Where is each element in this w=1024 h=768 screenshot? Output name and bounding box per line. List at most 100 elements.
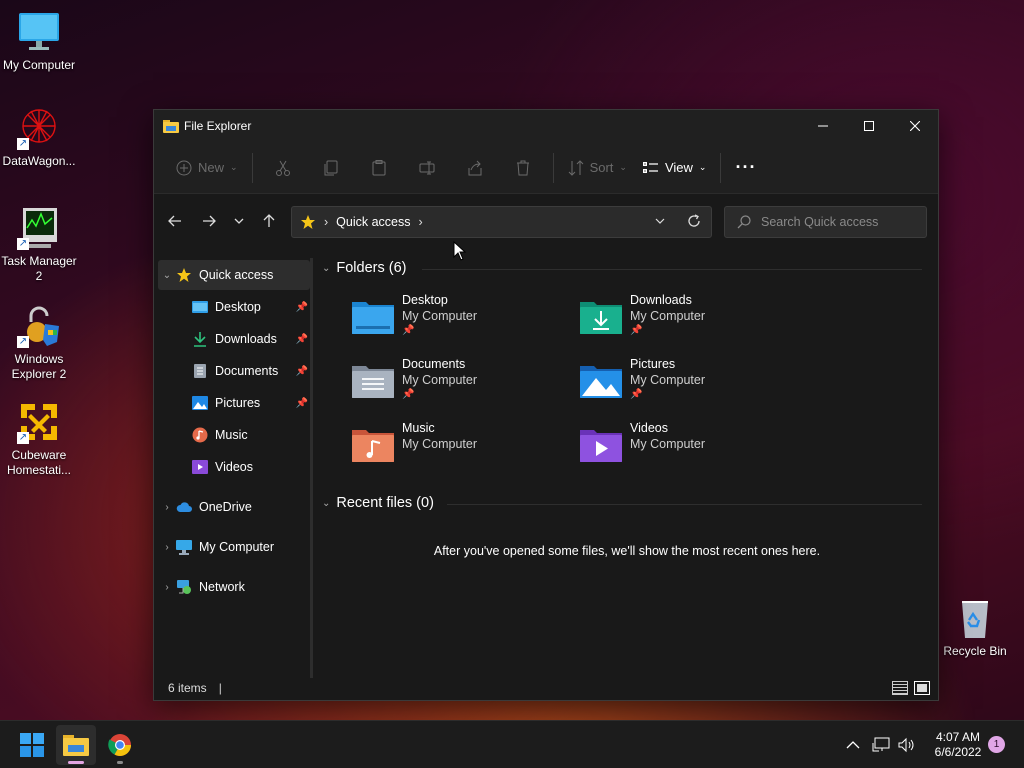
sidebar-item-quick-access[interactable]: ⌄ Quick access: [158, 260, 310, 290]
content-pane: ⌄ Folders (6) Desktop My Computer 📌 Down…: [316, 250, 938, 678]
folder-tile-downloads[interactable]: Downloads My Computer 📌: [578, 292, 798, 348]
pictures-folder-icon: [580, 366, 622, 398]
chevron-right-icon[interactable]: ›: [158, 502, 176, 513]
group-divider: [422, 269, 922, 270]
folder-name: Desktop: [402, 293, 448, 307]
pin-icon: 📌: [630, 389, 643, 400]
pin-icon[interactable]: 📌: [296, 302, 308, 313]
refresh-icon: [688, 213, 700, 227]
monitor-icon: [17, 10, 61, 54]
clock-date: 6/6/2022: [934, 745, 982, 759]
sidebar-item-my-computer[interactable]: › My Computer: [158, 532, 310, 562]
taskbar-file-explorer[interactable]: [56, 725, 96, 765]
details-view-button[interactable]: [892, 681, 908, 695]
notification-badge[interactable]: 1: [988, 736, 1005, 753]
sidebar-item-downloads[interactable]: Downloads 📌: [192, 324, 308, 354]
desktop-icon-recycle-bin[interactable]: Recycle Bin: [936, 596, 1014, 659]
folder-tile-videos[interactable]: Videos My Computer: [578, 420, 798, 476]
sidebar-item-documents[interactable]: Documents 📌: [192, 356, 308, 386]
scissors-icon: [275, 160, 290, 176]
cut-button[interactable]: [267, 152, 299, 184]
close-button[interactable]: [892, 110, 938, 142]
desktop-icon-datawagon[interactable]: ↗ DataWagon...: [0, 106, 78, 169]
toolbar-divider: [251, 152, 253, 183]
chevron-down-icon[interactable]: ⌄: [322, 498, 330, 509]
chevron-down-icon[interactable]: ⌄: [158, 270, 176, 281]
folder-tile-desktop[interactable]: Desktop My Computer 📌: [350, 292, 570, 348]
recent-files-group-header[interactable]: ⌄ Recent files (0): [322, 495, 922, 511]
copy-icon: [324, 160, 338, 175]
copy-button[interactable]: [315, 152, 347, 184]
large-icons-view-button[interactable]: [914, 681, 930, 695]
search-box[interactable]: [724, 206, 927, 238]
toolbar-divider: [552, 152, 554, 183]
share-button[interactable]: [459, 152, 491, 184]
volume-tray-icon[interactable]: [898, 721, 916, 768]
desktop-icon-windows-explorer[interactable]: ↗ Windows Explorer 2: [0, 304, 78, 382]
video-icon: [192, 459, 208, 475]
chevron-down-icon[interactable]: ⌄: [322, 263, 330, 274]
speaker-icon: [898, 737, 914, 753]
network-tray-icon[interactable]: [872, 721, 890, 768]
up-button[interactable]: [252, 206, 286, 236]
back-button[interactable]: [158, 206, 192, 236]
view-button[interactable]: View ⌄: [635, 152, 715, 184]
start-button[interactable]: [12, 725, 52, 765]
sidebar-item-pictures[interactable]: Pictures 📌: [192, 388, 308, 418]
taskbar-chrome[interactable]: [100, 725, 140, 765]
sidebar-item-network[interactable]: › Network: [158, 572, 310, 602]
shortcut-arrow-icon: ↗: [17, 238, 29, 250]
cloud-icon: [176, 499, 192, 515]
documents-folder-icon: [352, 366, 394, 398]
see-more-button[interactable]: ···: [727, 152, 764, 184]
sidebar-item-desktop[interactable]: Desktop 📌: [192, 292, 308, 322]
navigation-pane: ⌄ Quick access Desktop 📌 Downloads 📌 Doc…: [154, 258, 313, 678]
search-input[interactable]: [761, 215, 921, 229]
sort-label: Sort: [589, 160, 614, 175]
folder-tile-documents[interactable]: Documents My Computer 📌: [350, 356, 570, 412]
sidebar-item-label: Network: [199, 580, 245, 594]
folder-tile-music[interactable]: Music My Computer: [350, 420, 570, 476]
forward-button[interactable]: [192, 206, 226, 236]
document-icon: [192, 363, 208, 379]
download-icon: [192, 331, 208, 347]
title-bar[interactable]: File Explorer: [154, 110, 938, 142]
maximize-button[interactable]: [846, 110, 892, 142]
address-history-dropdown[interactable]: [655, 215, 665, 229]
paste-button[interactable]: [363, 152, 395, 184]
folder-tile-pictures[interactable]: Pictures My Computer 📌: [578, 356, 798, 412]
breadcrumb-quick-access[interactable]: Quick access: [336, 215, 410, 229]
recent-header-label: Recent files (0): [336, 495, 434, 511]
clock[interactable]: 4:07 AM 6/6/2022: [928, 730, 988, 760]
delete-button[interactable]: [507, 152, 539, 184]
sidebar-item-music[interactable]: Music: [192, 420, 308, 450]
chevron-right-icon[interactable]: ›: [158, 542, 176, 553]
chevron-right-icon[interactable]: ›: [158, 582, 176, 593]
pin-icon: 📌: [402, 325, 415, 336]
show-hidden-icons-button[interactable]: [846, 721, 860, 768]
recent-locations-button[interactable]: [226, 206, 252, 236]
sidebar-item-onedrive[interactable]: › OneDrive: [158, 492, 310, 522]
new-button[interactable]: New ⌄: [168, 152, 246, 184]
rename-button[interactable]: [411, 152, 443, 184]
pin-icon[interactable]: 📌: [296, 366, 308, 377]
desktop-icon-my-computer[interactable]: My Computer: [0, 10, 78, 73]
address-bar[interactable]: › Quick access ›: [291, 206, 712, 238]
star-icon: [301, 215, 315, 229]
refresh-button[interactable]: [687, 213, 701, 231]
pin-icon[interactable]: 📌: [296, 398, 308, 409]
pin-icon[interactable]: 📌: [296, 334, 308, 345]
cubeware-icon: ↗: [17, 400, 61, 444]
breadcrumb-separator-icon[interactable]: ›: [419, 215, 423, 229]
chevron-up-icon: [846, 741, 860, 749]
desktop-icon-cubeware[interactable]: ↗ Cubeware Homestati...: [0, 400, 78, 478]
downloads-folder-icon: [580, 302, 622, 334]
sidebar-item-videos[interactable]: Videos: [192, 452, 308, 482]
folders-group-header[interactable]: ⌄ Folders (6): [322, 260, 922, 276]
toolbar-divider: [720, 152, 722, 183]
sort-button[interactable]: Sort ⌄: [560, 152, 635, 184]
arrow-right-icon: [203, 215, 216, 227]
minimize-button[interactable]: [800, 110, 846, 142]
desktop-icon-task-manager[interactable]: ↗ Task Manager 2: [0, 206, 78, 284]
desktop-icon-label: My Computer: [2, 58, 76, 72]
